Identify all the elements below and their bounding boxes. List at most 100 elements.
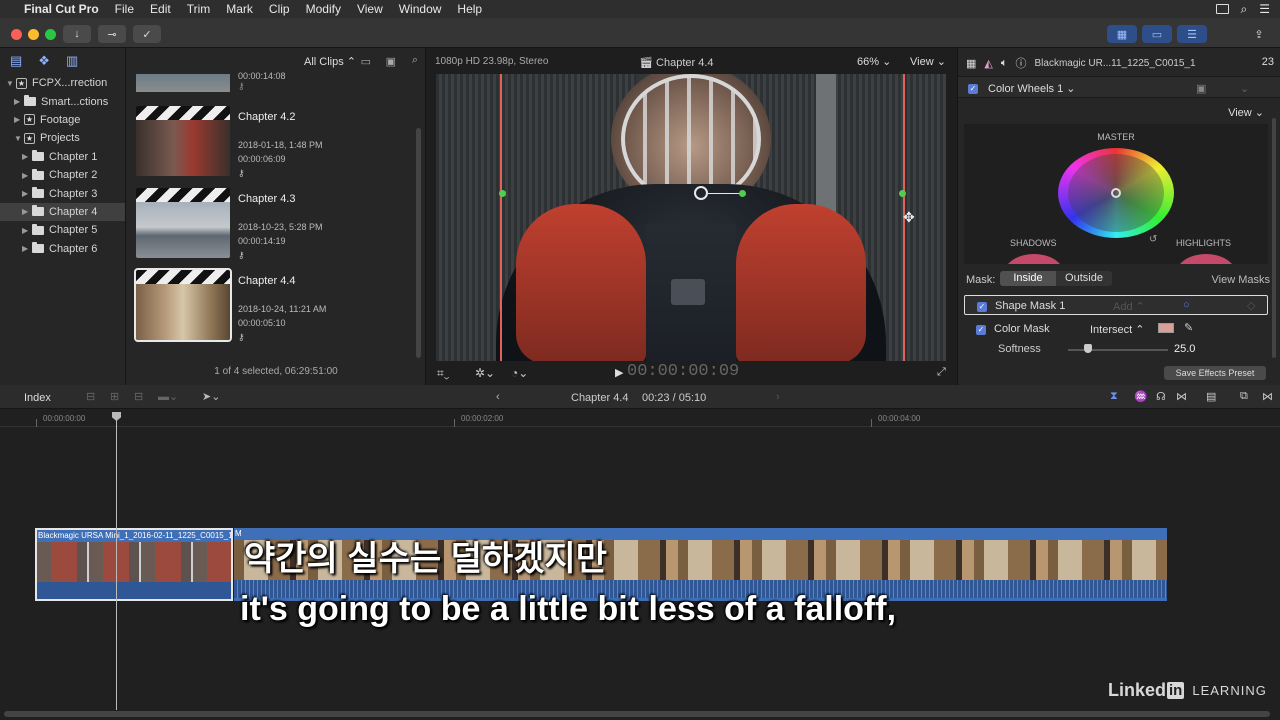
import-button[interactable]: ↓ bbox=[63, 25, 91, 43]
disclosure-closed-icon[interactable]: ▶ bbox=[22, 207, 32, 216]
sidebar-item[interactable]: ▶ ★ Footage bbox=[0, 111, 125, 129]
insert-clip-icon[interactable]: ⊞ bbox=[110, 390, 119, 403]
view-menu[interactable]: View ⌄ bbox=[910, 55, 946, 68]
shadows-color-wheel[interactable] bbox=[1004, 254, 1064, 264]
timeline-layout-button[interactable]: ▭ bbox=[1142, 25, 1172, 43]
libraries-icon[interactable]: ▤ bbox=[10, 53, 22, 69]
clip-thumbnail-partial[interactable] bbox=[136, 74, 230, 92]
video-frame[interactable]: ✥ bbox=[436, 74, 946, 361]
menu-list-icon[interactable]: ☰ bbox=[1259, 2, 1270, 16]
sidebar-item[interactable]: ▶ Chapter 6 bbox=[0, 240, 125, 258]
disclosure-closed-icon[interactable]: ▶ bbox=[22, 189, 32, 198]
browser-layout-button[interactable]: ▦ bbox=[1107, 25, 1137, 43]
softness-slider[interactable] bbox=[1068, 349, 1168, 351]
sidebar-item[interactable]: ▶ Chapter 2 bbox=[0, 166, 125, 184]
clip-title[interactable]: Chapter 4.4 bbox=[238, 274, 326, 288]
enhance-tool-icon[interactable]: ✲⌄ bbox=[475, 366, 495, 380]
menu-modify[interactable]: Modify bbox=[298, 2, 349, 16]
mask-rotation-handle[interactable] bbox=[739, 190, 746, 197]
disclosure-closed-icon[interactable]: ▶ bbox=[22, 171, 32, 180]
keywords-button[interactable]: ⊸ bbox=[98, 25, 126, 43]
connect-clip-icon[interactable]: ⊟ bbox=[86, 390, 95, 403]
search-icon[interactable]: ⌕ bbox=[412, 54, 418, 67]
sidebar-item[interactable]: ▶ Chapter 4 bbox=[0, 202, 125, 222]
mask-center-handle[interactable] bbox=[694, 186, 708, 200]
clips-filter[interactable]: All Clips ⌃ bbox=[304, 55, 356, 68]
mask-outside-button[interactable]: Outside bbox=[1056, 271, 1112, 286]
mask-boundary-left[interactable] bbox=[500, 74, 502, 361]
sidebar-item[interactable]: ▼ ★ Projects bbox=[0, 129, 125, 147]
mask-handle-right[interactable] bbox=[899, 190, 906, 197]
play-button[interactable]: ▶ bbox=[615, 366, 623, 379]
retime-tool-icon[interactable]: ◔⌄ bbox=[511, 366, 528, 380]
skimming-icon[interactable]: ⧗ bbox=[1110, 390, 1118, 403]
effects-browser-icon[interactable]: ⧉ bbox=[1240, 390, 1248, 403]
fullscreen-icon[interactable]: ⤢ bbox=[937, 366, 946, 379]
menu-file[interactable]: File bbox=[107, 2, 142, 16]
background-tasks-button[interactable]: ✓ bbox=[133, 25, 161, 43]
menu-trim[interactable]: Trim bbox=[179, 2, 219, 16]
overwrite-clip-icon[interactable]: ▬⌄ bbox=[158, 390, 178, 403]
inspector-view-menu[interactable]: View ⌄ bbox=[1228, 106, 1264, 119]
effect-more-icon[interactable]: ⌄ bbox=[1240, 82, 1249, 95]
video-inspector-icon[interactable]: ▦ bbox=[966, 57, 976, 70]
shape-mask-row[interactable]: ✓ Shape Mask 1 Add ⌃ ○ ◇ bbox=[964, 295, 1268, 315]
viewer-timecode[interactable]: 00:00:00:09 bbox=[627, 362, 739, 381]
timeline-forward-button[interactable]: › bbox=[776, 391, 780, 403]
sidebar-item[interactable]: ▼ ★ FCPX...rrection bbox=[0, 74, 125, 92]
select-tool-icon[interactable]: ➤⌄ bbox=[202, 390, 220, 403]
index-button[interactable]: Index bbox=[24, 392, 51, 404]
sidebar-item[interactable]: ▶ Chapter 3 bbox=[0, 184, 125, 202]
filmstrip-icon[interactable]: ▣ bbox=[386, 55, 396, 68]
menu-help[interactable]: Help bbox=[449, 2, 490, 16]
mask-inside-button[interactable]: Inside bbox=[1000, 271, 1056, 286]
clip-thumbnail[interactable] bbox=[136, 188, 230, 258]
mask-handle-left[interactable] bbox=[499, 190, 506, 197]
softness-value[interactable]: 25.0 bbox=[1174, 343, 1195, 355]
color-inspector-icon[interactable]: ◭ bbox=[984, 57, 992, 70]
effect-menu[interactable]: Color Wheels 1 ⌄ bbox=[988, 82, 1075, 95]
mask-add-menu[interactable]: Add ⌃ bbox=[1113, 300, 1145, 313]
disclosure-open-icon[interactable]: ▼ bbox=[14, 134, 24, 143]
view-masks-button[interactable]: View Masks bbox=[1212, 274, 1270, 286]
effect-reset-icon[interactable]: ▣ bbox=[1196, 82, 1206, 95]
disclosure-closed-icon[interactable]: ▶ bbox=[14, 115, 24, 124]
disclosure-closed-icon[interactable]: ▶ bbox=[22, 244, 32, 253]
mask-shape-icon[interactable]: ○ bbox=[1183, 299, 1190, 311]
disclosure-closed-icon[interactable]: ▶ bbox=[14, 97, 24, 106]
menu-edit[interactable]: Edit bbox=[142, 2, 179, 16]
menu-app-name[interactable]: Final Cut Pro bbox=[16, 2, 107, 16]
clip-title[interactable]: Chapter 4.3 bbox=[238, 192, 323, 206]
inspector-layout-button[interactable]: ☰ bbox=[1177, 25, 1207, 43]
list-view-icon[interactable]: ▭ bbox=[361, 55, 371, 68]
master-wheel-puck[interactable] bbox=[1111, 188, 1121, 198]
crop-tool-icon[interactable]: ⌗⌄ bbox=[437, 366, 449, 381]
effect-checkbox[interactable]: ✓ bbox=[968, 82, 984, 94]
timeline-clip-selected[interactable]: Blackmagic URSA Mini_1_2016-02-11_1225_C… bbox=[35, 528, 233, 601]
timeline-back-button[interactable]: ‹ bbox=[496, 391, 500, 403]
menu-clip[interactable]: Clip bbox=[261, 2, 298, 16]
save-effects-preset-button[interactable]: Save Effects Preset bbox=[1164, 366, 1266, 380]
clip-appearance-icon[interactable]: ▤ bbox=[1206, 390, 1216, 403]
snapping-icon[interactable]: ⋈ bbox=[1176, 390, 1187, 403]
highlights-color-wheel[interactable] bbox=[1176, 254, 1236, 264]
share-button[interactable]: ⇪ bbox=[1248, 25, 1270, 43]
info-inspector-icon[interactable]: ⓘ bbox=[1015, 55, 1026, 71]
minimize-window-button[interactable] bbox=[28, 29, 39, 40]
menu-mark[interactable]: Mark bbox=[218, 2, 261, 16]
zoom-menu[interactable]: 66% ⌄ bbox=[857, 55, 891, 68]
clip-thumbnail-selected[interactable] bbox=[134, 268, 232, 342]
titles-icon[interactable]: ▥ bbox=[66, 53, 78, 69]
search-icon[interactable]: ⌕ bbox=[1241, 2, 1248, 17]
disclosure-closed-icon[interactable]: ▶ bbox=[22, 152, 32, 161]
menu-window[interactable]: Window bbox=[391, 2, 450, 16]
close-window-button[interactable] bbox=[11, 29, 22, 40]
append-clip-icon[interactable]: ⊟ bbox=[134, 390, 143, 403]
disclosure-closed-icon[interactable]: ▶ bbox=[22, 226, 32, 235]
browser-scrollbar[interactable] bbox=[416, 128, 421, 358]
mask-color-swatch[interactable] bbox=[1158, 323, 1174, 333]
disclosure-open-icon[interactable]: ▼ bbox=[6, 79, 16, 88]
shape-mask-checkbox[interactable]: ✓ bbox=[977, 300, 993, 312]
clip-thumbnail[interactable] bbox=[136, 106, 230, 176]
softness-slider-knob[interactable] bbox=[1084, 344, 1092, 353]
